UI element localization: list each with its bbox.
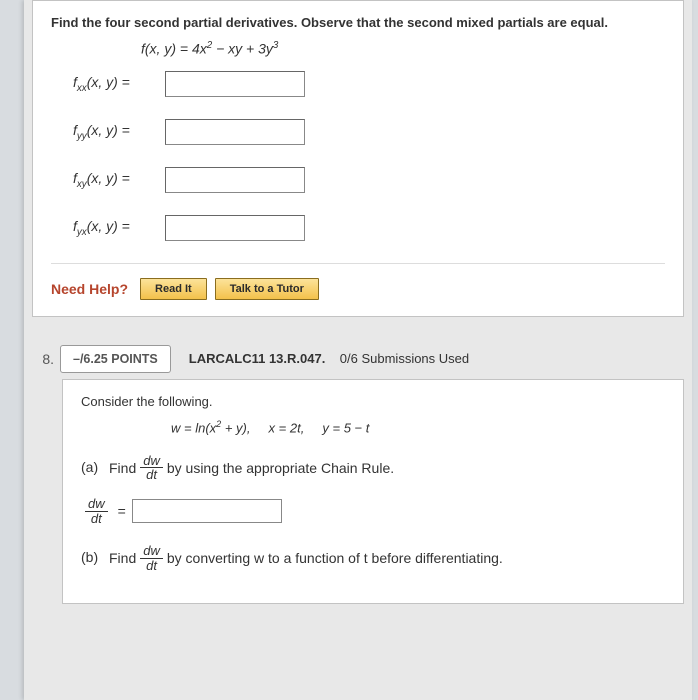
- q8-number: 8.: [24, 351, 54, 367]
- eq-x: x = 2t,: [269, 420, 305, 435]
- fxx-post: (x, y) =: [87, 74, 130, 90]
- need-help-label: Need Help?: [51, 281, 128, 297]
- row-fxx: fxx(x, y) =: [73, 71, 665, 97]
- fyy-sub: yy: [77, 131, 87, 142]
- equals-sign: =: [118, 503, 126, 519]
- fxx-sub: xx: [77, 83, 87, 94]
- fxx-input[interactable]: [165, 71, 305, 97]
- fyx-post: (x, y) =: [87, 218, 130, 234]
- part-b-find: Find: [109, 550, 136, 566]
- part-a-after: by using the appropriate Chain Rule.: [167, 460, 394, 476]
- problem-ref: LARCALC11 13.R.047. 0/6 Submissions Used: [189, 351, 469, 366]
- talk-to-tutor-button[interactable]: Talk to a Tutor: [215, 278, 319, 300]
- func-rhs-b: − xy + 3y: [212, 41, 273, 57]
- part-a-input[interactable]: [132, 499, 282, 523]
- fyy-post: (x, y) =: [87, 122, 130, 138]
- eq-y: y = 5 − t: [322, 420, 369, 435]
- fyx-sub: yx: [77, 227, 87, 238]
- frac-top-ans: dw: [85, 497, 108, 512]
- part-b-after: by converting w to a function of t befor…: [167, 550, 503, 566]
- row-fxy: fxy(x, y) =: [73, 167, 665, 193]
- problem-code: LARCALC11 13.R.047.: [189, 351, 326, 366]
- q7-function: f(x, y) = 4x2 − xy + 3y3: [141, 40, 665, 57]
- frac-bot-a: dt: [140, 468, 163, 482]
- part-b: (b) Find dw dt by converting w to a func…: [81, 543, 665, 573]
- frac-bot-b: dt: [140, 559, 163, 573]
- question-8-header: 8. –/6.25 POINTS LARCALC11 13.R.047. 0/6…: [24, 345, 684, 373]
- frac-dwdt-b: dw dt: [140, 544, 163, 572]
- part-a: (a) Find dw dt by using the appropriate …: [81, 453, 665, 483]
- points-box: –/6.25 POINTS: [60, 345, 171, 373]
- eq-w-a: w = ln(x: [171, 420, 216, 435]
- func-rhs-a: 4x: [192, 41, 207, 57]
- part-a-find: Find: [109, 460, 136, 476]
- question-7-body: Find the four second partial derivatives…: [33, 1, 683, 316]
- fxy-input[interactable]: [165, 167, 305, 193]
- fxx-label: fxx(x, y) =: [73, 74, 165, 94]
- frac-bot-ans: dt: [85, 512, 108, 526]
- frac-dwdt-ans: dw dt: [85, 497, 108, 525]
- frac-top-b: dw: [140, 544, 163, 559]
- fyy-label: fyy(x, y) =: [73, 122, 165, 142]
- fyy-input[interactable]: [165, 119, 305, 145]
- part-a-label: (a): [81, 459, 109, 475]
- fyx-label: fyx(x, y) =: [73, 218, 165, 238]
- consider-text: Consider the following.: [81, 394, 665, 409]
- fxy-label: fxy(x, y) =: [73, 170, 165, 190]
- need-help-row: Need Help? Read It Talk to a Tutor: [51, 263, 665, 300]
- read-it-button[interactable]: Read It: [140, 278, 207, 300]
- fxy-sub: xy: [77, 179, 87, 190]
- question-7-container: Find the four second partial derivatives…: [32, 0, 684, 317]
- question-8-body: Consider the following. w = ln(x2 + y), …: [63, 380, 683, 604]
- part-b-label: (b): [81, 549, 109, 565]
- func-lhs: f(x, y) =: [141, 41, 192, 57]
- q7-prompt: Find the four second partial derivatives…: [51, 15, 665, 30]
- page: Find the four second partial derivatives…: [24, 0, 692, 700]
- q8-equations: w = ln(x2 + y), x = 2t, y = 5 − t: [171, 419, 665, 435]
- submissions-used: 0/6 Submissions Used: [340, 351, 469, 366]
- row-fyx: fyx(x, y) =: [73, 215, 665, 241]
- row-fyy: fyy(x, y) =: [73, 119, 665, 145]
- frac-top-a: dw: [140, 454, 163, 469]
- sup-3: 3: [273, 40, 278, 51]
- part-a-answer-row: dw dt =: [81, 497, 665, 525]
- fxy-post: (x, y) =: [87, 170, 130, 186]
- eq-w-b: + y),: [221, 420, 250, 435]
- question-8-container: Consider the following. w = ln(x2 + y), …: [62, 379, 684, 605]
- fyx-input[interactable]: [165, 215, 305, 241]
- frac-dwdt-a: dw dt: [140, 454, 163, 482]
